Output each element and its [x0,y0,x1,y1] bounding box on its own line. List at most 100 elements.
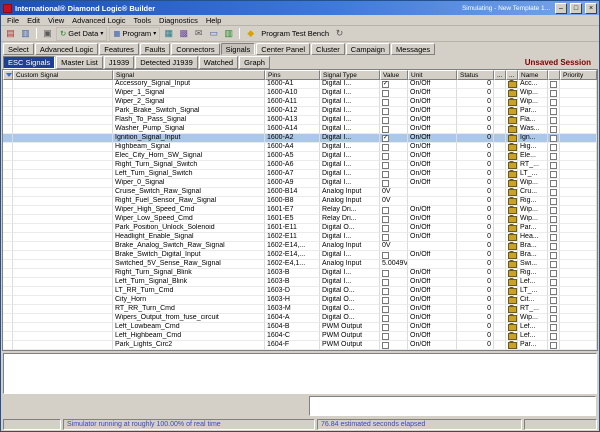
value-checkbox[interactable] [382,153,389,160]
table-row[interactable]: Flash_To_Pass_Signal1600-A13Digital I...… [3,116,597,125]
menu-help[interactable]: Help [202,16,225,25]
close-button[interactable]: × [585,3,597,14]
row-checkbox[interactable] [550,90,557,97]
column-header-priority[interactable]: Priority [560,70,597,80]
filter-column-header[interactable] [3,70,13,80]
value-checkbox[interactable] [382,180,389,187]
menu-advanced-logic[interactable]: Advanced Logic [68,16,129,25]
open-vehicle-icon[interactable]: ▤ [4,27,17,40]
row-checkbox[interactable] [550,333,557,340]
table-row[interactable]: Brake_Switch_Digital_Input1602-E14,...Di… [3,251,597,260]
row-checkbox[interactable] [550,342,557,349]
table-row[interactable]: Ignition_Signal_Input1600-A2Digital I...… [3,134,597,143]
table-row[interactable]: Wiper_High_Speed_Cmd1601-E7Relay Dri...O… [3,206,597,215]
row-checkbox[interactable] [550,297,557,304]
row-checkbox[interactable] [550,324,557,331]
mail-icon[interactable]: ✉ [192,27,205,40]
row-checkbox[interactable] [550,162,557,169]
column-header-status[interactable]: Status [457,70,494,80]
value-checkbox[interactable] [382,90,389,97]
value-checkbox[interactable] [382,333,389,340]
value-checkbox[interactable] [382,135,389,142]
subtab-graph[interactable]: Graph [239,56,270,69]
row-checkbox[interactable] [550,117,557,124]
monitor-icon[interactable]: ▭ [207,27,220,40]
row-checkbox[interactable] [550,198,557,205]
table-row[interactable]: Wipers_Output_from_fuse_circuit1604-ADig… [3,314,597,323]
value-checkbox[interactable] [382,171,389,178]
row-checkbox[interactable] [550,135,557,142]
tab-faults[interactable]: Faults [140,43,170,55]
value-checkbox[interactable] [382,117,389,124]
value-checkbox[interactable] [382,306,389,313]
table-row[interactable]: Left_Turn_Signal_Blink1603-BDigital I...… [3,278,597,287]
test-bench-icon[interactable]: ◆ [244,27,257,40]
tab-cluster[interactable]: Cluster [311,43,345,55]
row-checkbox[interactable] [550,270,557,277]
column-header-checkbox[interactable] [548,70,560,80]
table-row[interactable]: Switched_5V_Sense_Raw_Signal1602-E4,1...… [3,260,597,269]
row-checkbox[interactable] [550,225,557,232]
value-checkbox[interactable] [382,288,389,295]
table-row[interactable]: Headlight_Enable_Signal1602-E11Digital I… [3,233,597,242]
table-row[interactable]: Left_Lowbeam_Cmd1604-BPWM OutputOn/Off0L… [3,323,597,332]
column-header-signal[interactable]: Signal [113,70,265,80]
subtab-esc-signals[interactable]: ESC Signals [3,56,55,69]
value-checkbox[interactable] [382,279,389,286]
print-icon[interactable]: ▣ [41,27,54,40]
value-checkbox[interactable] [382,162,389,169]
tab-messages[interactable]: Messages [391,43,435,55]
filter-icon[interactable] [6,73,12,77]
row-checkbox[interactable] [550,216,557,223]
save-session-icon[interactable]: ▥ [19,27,32,40]
menu-view[interactable]: View [44,16,68,25]
row-checkbox[interactable] [550,234,557,241]
value-checkbox[interactable] [382,324,389,331]
table-row[interactable]: Highbeam_Signal1600-A4Digital I...On/Off… [3,143,597,152]
table-row[interactable]: Park_Position_Unlock_Solenoid1601-E11Dig… [3,224,597,233]
tab-center-panel[interactable]: Center Panel [256,43,310,55]
table-row[interactable]: Elec_City_Horn_SW_Signal1600-A5Digital I… [3,152,597,161]
row-checkbox[interactable] [550,279,557,286]
program-button[interactable]: ▦ Program ▾ [109,27,160,41]
table-row[interactable]: Wiper_2_Signal1600-A11Digital I...On/Off… [3,98,597,107]
value-checkbox[interactable] [382,81,389,88]
table-row[interactable]: City_Horn1603-HDigital O...On/Off0Cit... [3,296,597,305]
row-checkbox[interactable] [550,171,557,178]
value-checkbox[interactable] [382,144,389,151]
table-row[interactable]: Right_Fuel_Sensor_Raw_Signal1600-B8Analo… [3,197,597,206]
tab-features[interactable]: Features [99,43,139,55]
get-data-button[interactable]: ↻ Get Data ▾ [56,27,107,41]
menu-edit[interactable]: Edit [23,16,44,25]
value-checkbox[interactable] [382,126,389,133]
table-row[interactable]: Cruise_Switch_Raw_Signal1600-B14Analog I… [3,188,597,197]
subtab-detected-j1939[interactable]: Detected J1939 [135,56,198,69]
row-checkbox[interactable] [550,180,557,187]
row-checkbox[interactable] [550,126,557,133]
row-checkbox[interactable] [550,108,557,115]
calculator-icon[interactable]: ▩ [177,27,190,40]
table-row[interactable]: Right_Turn_Signal_Switch1600-A6Digital I… [3,161,597,170]
column-header-dots-1[interactable]: ... [494,70,506,80]
row-checkbox[interactable] [550,261,557,268]
tab-advanced-logic[interactable]: Advanced Logic [35,43,98,55]
table-row[interactable]: Park_Lights_Circ21604-FPWM OutputOn/Off0… [3,341,597,350]
program-test-bench-label[interactable]: Program Test Bench [259,29,331,38]
row-checkbox[interactable] [550,306,557,313]
table-row[interactable]: Wiper_0_Signal1600-A9Digital I...On/Off0… [3,179,597,188]
refresh-icon[interactable]: ↻ [333,27,346,40]
table-row[interactable]: Wiper_1_Signal1600-A10Digital I...On/Off… [3,89,597,98]
maximize-button[interactable]: □ [570,3,582,14]
column-header-dots-2[interactable]: ... [506,70,518,80]
row-checkbox[interactable] [550,252,557,259]
menu-diagnostics[interactable]: Diagnostics [155,16,202,25]
column-header-custom-signal[interactable]: Custom Signal [13,70,113,80]
table-row[interactable]: Wiper_Low_Speed_Cmd1601-E5Relay Dri...On… [3,215,597,224]
table-row[interactable]: LT_RR_Turn_Cmd1603-DDigital O...On/Off0L… [3,287,597,296]
subtab-master-list[interactable]: Master List [56,56,103,69]
value-checkbox[interactable] [382,270,389,277]
menu-file[interactable]: File [3,16,23,25]
tab-connectors[interactable]: Connectors [171,43,219,55]
table-row[interactable]: Right_Turn_Signal_Blink1603-BDigital I..… [3,269,597,278]
row-checkbox[interactable] [550,288,557,295]
